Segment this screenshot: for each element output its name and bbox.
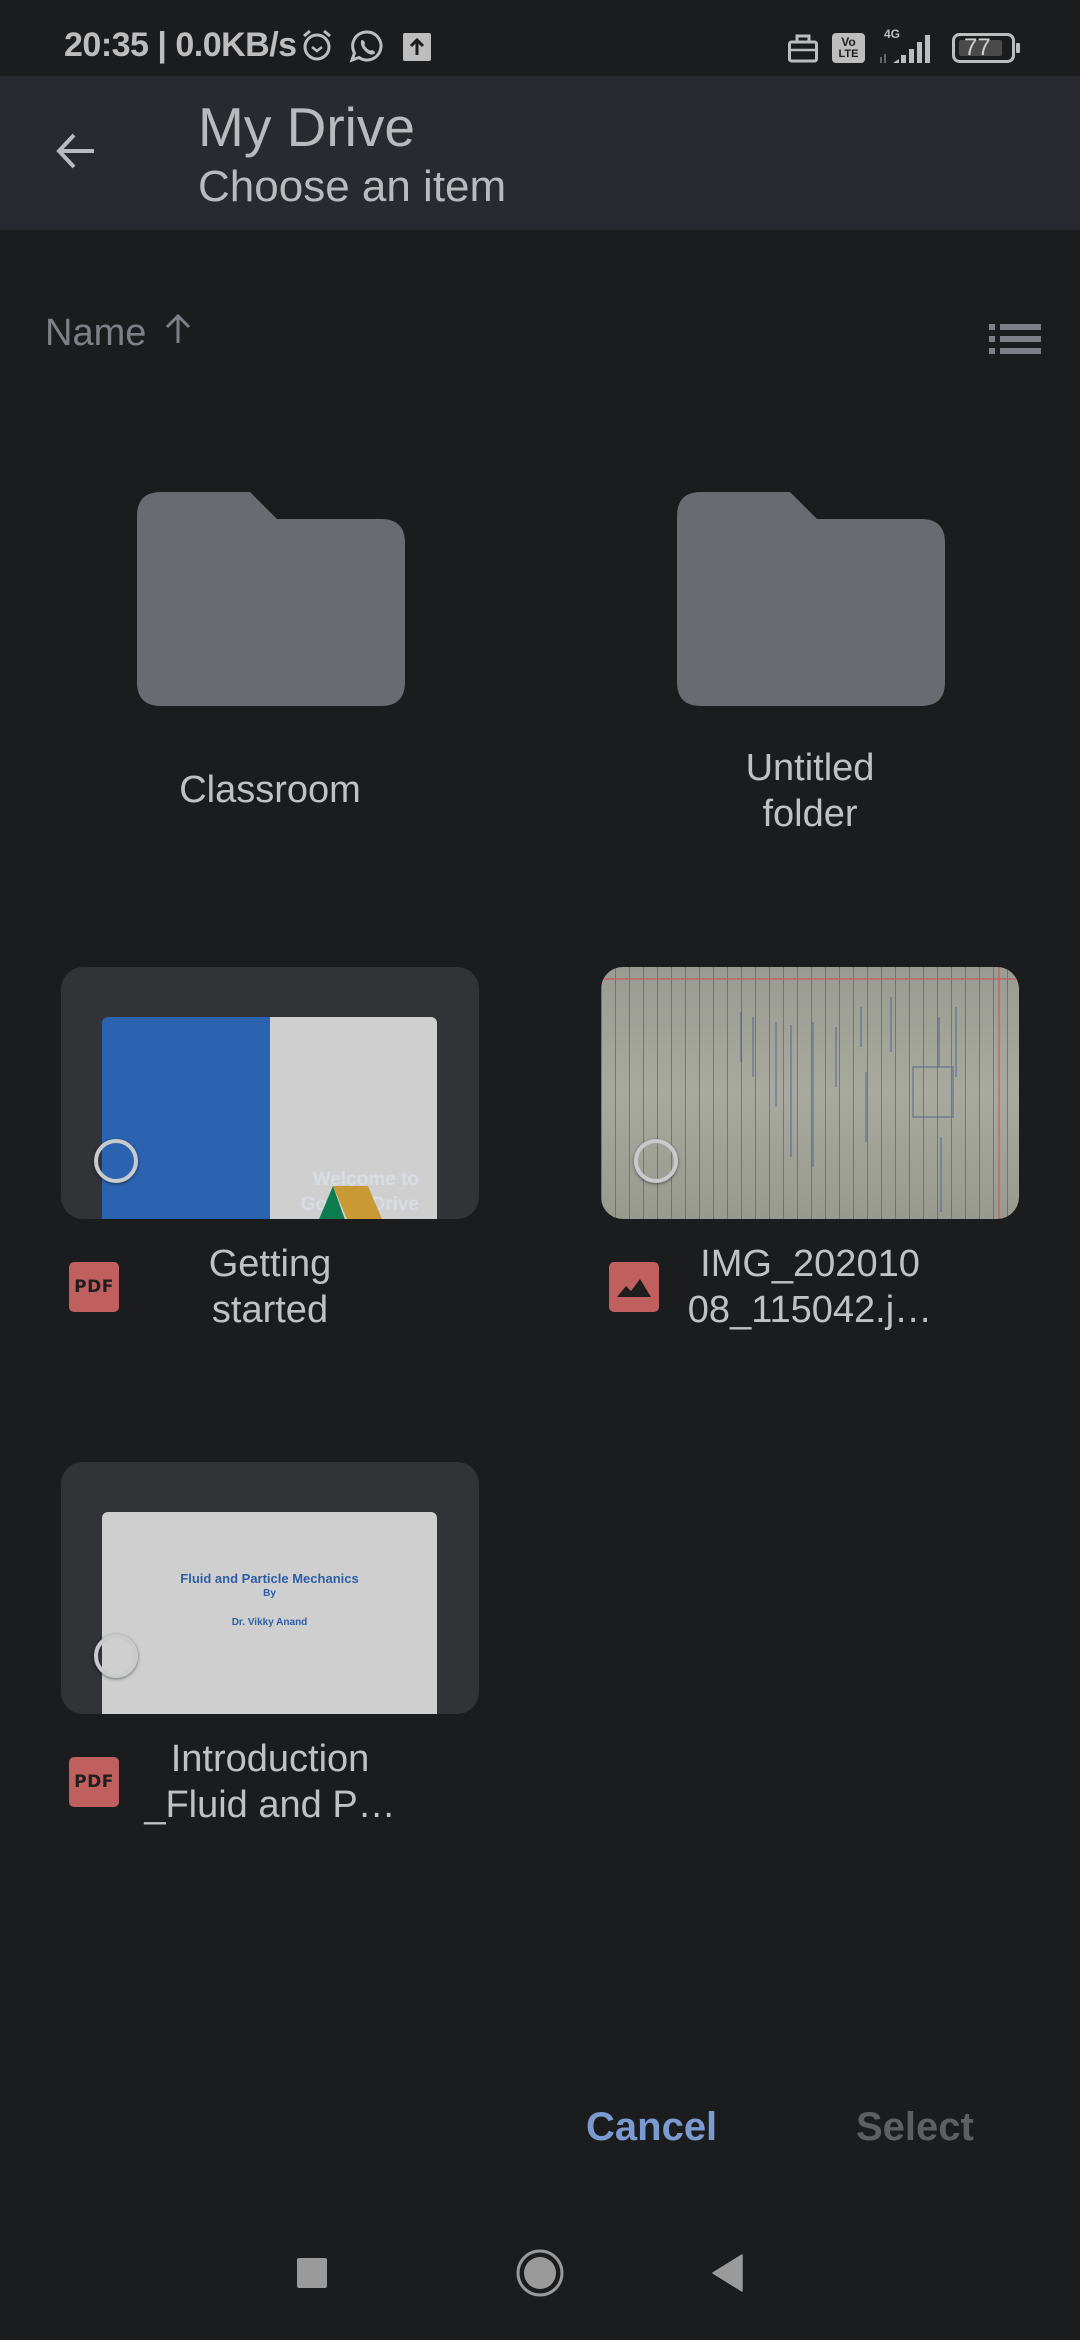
battery-icon: 77: [952, 33, 1022, 68]
thumb-slide-by: By: [263, 1588, 276, 1599]
image-icon: [609, 1262, 659, 1312]
back-button[interactable]: [36, 118, 116, 188]
back-nav-button[interactable]: [683, 2245, 773, 2305]
pdf-icon-text: PDF: [74, 1772, 114, 1792]
whatsapp-icon: [349, 29, 385, 70]
status-bar: 20:35 | 0.0KB/s Vo LTE 4G 77: [0, 0, 1080, 76]
volte-text-bottom: LTE: [838, 48, 859, 60]
folder-name-line2: folder: [762, 793, 858, 835]
file-name-line1: Introduction: [170, 1738, 370, 1780]
file-name-line2: started: [211, 1289, 329, 1331]
thumb-slide: Fluid and Particle Mechanics By Dr. Vikk…: [102, 1512, 437, 1714]
select-radio[interactable]: [634, 1139, 678, 1183]
circle-home-icon: [515, 2248, 565, 2303]
sort-by-name-button[interactable]: Name: [45, 312, 194, 355]
file-thumbnail: Fluid and Particle Mechanics By Dr. Vikk…: [102, 1512, 437, 1714]
folder-item[interactable]: Untitled folder: [610, 492, 1010, 852]
file-card-thumbnail[interactable]: Fluid and Particle Mechanics By Dr. Vikk…: [61, 1462, 479, 1714]
file-name-line1: Getting: [208, 1243, 332, 1285]
volte-text-top: Vo: [841, 35, 856, 49]
arrow-up-icon: [162, 312, 194, 355]
drive-logo-icon: [319, 1186, 382, 1219]
cancel-button[interactable]: Cancel: [586, 2105, 717, 2150]
list-view-toggle[interactable]: [980, 316, 1050, 366]
system-nav-bar: [0, 2200, 1080, 2340]
file-name-line2: _Fluid and P…: [144, 1784, 396, 1826]
page-subtitle: Choose an item: [198, 162, 507, 211]
folder-name-line1: Untitled: [745, 747, 875, 789]
select-radio[interactable]: [94, 1139, 138, 1183]
file-name: Introduction _Fluid and P…: [120, 1736, 420, 1828]
volte-icon: Vo LTE: [832, 33, 865, 63]
status-time-speed: 20:35 | 0.0KB/s: [64, 26, 297, 64]
pdf-icon-text: PDF: [74, 1277, 114, 1297]
battery-level: 77: [964, 34, 991, 61]
select-radio[interactable]: [94, 1634, 138, 1678]
app-bar: My Drive Choose an item: [0, 76, 1080, 230]
list-view-icon: [989, 323, 1041, 359]
thumb-blue-panel: [102, 1017, 270, 1219]
upload-icon: [403, 33, 431, 66]
arrow-back-icon: [54, 129, 98, 178]
file-name-line2: 08_115042.j…: [687, 1289, 933, 1331]
file-name: Getting started: [120, 1241, 420, 1333]
alarm-icon: [300, 28, 334, 67]
select-button[interactable]: Select: [856, 2105, 974, 2150]
file-name-line1: IMG_202010: [700, 1243, 920, 1285]
file-name: IMG_202010 08_115042.j…: [660, 1241, 960, 1333]
folder-icon: [137, 492, 405, 706]
folder-name: Untitled folder: [610, 745, 1010, 837]
page-title: My Drive: [198, 96, 415, 158]
home-button[interactable]: [495, 2245, 585, 2305]
pdf-icon: PDF: [69, 1757, 119, 1807]
triangle-back-icon: [712, 2253, 744, 2297]
thumb-slide-title: Fluid and Particle Mechanics: [180, 1571, 359, 1586]
recents-button[interactable]: [267, 2245, 357, 2305]
folder-icon: [677, 492, 945, 706]
file-card-thumbnail[interactable]: [601, 967, 1019, 1219]
square-recents-icon: [296, 2257, 328, 2294]
briefcase-icon: [788, 33, 818, 68]
file-card-thumbnail[interactable]: Welcome to Google Drive: [61, 967, 479, 1219]
folder-item[interactable]: Classroom: [70, 492, 470, 852]
sort-label: Name: [45, 312, 147, 354]
thumb-slide-author: Dr. Vikky Anand: [231, 1617, 308, 1628]
file-thumbnail: Welcome to Google Drive: [102, 1017, 437, 1219]
pdf-icon: PDF: [69, 1262, 119, 1312]
folder-name: Classroom: [179, 769, 361, 811]
